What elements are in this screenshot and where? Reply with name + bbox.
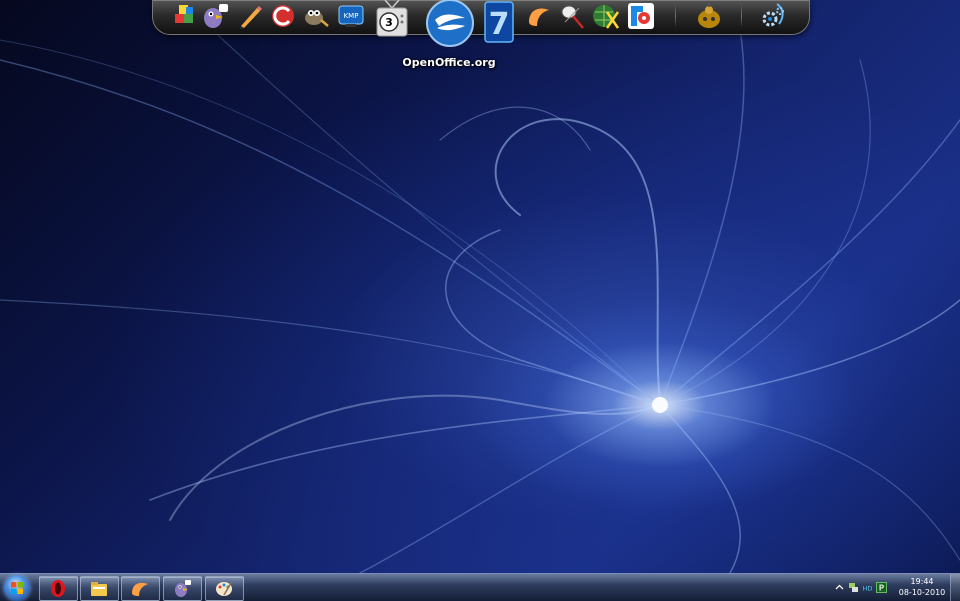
system-tray: HD P 19:44 08-10-2010	[830, 574, 960, 601]
wallpaper	[0, 0, 960, 573]
seven-label: 7	[489, 7, 510, 42]
target-app-icon[interactable]	[627, 2, 655, 30]
desktop[interactable]: KMP 3 7 OpenOffice.org	[0, 0, 960, 573]
seven-remix-icon[interactable]: 7	[483, 0, 515, 44]
openoffice-icon[interactable]	[425, 0, 475, 48]
ccleaner-icon[interactable]	[269, 2, 297, 30]
start-button[interactable]	[4, 575, 30, 601]
orange-app-icon	[132, 582, 148, 596]
paint-icon	[216, 582, 232, 596]
taskbar-pidgin-button[interactable]	[163, 576, 202, 601]
pencil-icon[interactable]	[237, 2, 265, 30]
badminton-icon[interactable]	[559, 2, 587, 30]
clock-time: 19:44	[910, 577, 934, 586]
cubes-app-icon[interactable]	[171, 2, 199, 30]
globe-x-icon[interactable]	[591, 2, 619, 30]
taskbar-paint-button[interactable]	[205, 576, 244, 601]
taskbar: HD P 19:44 08-10-2010	[0, 573, 960, 601]
machinarium-robot-icon[interactable]	[695, 2, 723, 30]
kmplayer-icon[interactable]: KMP	[337, 2, 365, 30]
taskbar-opera-button[interactable]	[39, 576, 78, 601]
p-label: P	[879, 584, 885, 593]
network-icon[interactable]	[848, 582, 859, 593]
settings-gears-icon[interactable]	[759, 2, 787, 30]
hd-indicator-icon[interactable]: HD	[862, 582, 873, 593]
tv-3-icon[interactable]: 3	[375, 0, 409, 38]
hd-label: HD	[863, 585, 873, 593]
app-dock: KMP 3 7	[152, 0, 810, 47]
green-p-icon[interactable]: P	[876, 582, 887, 593]
pidgin-icon	[175, 580, 191, 597]
clock-date: 08-10-2010	[898, 588, 946, 597]
clock[interactable]: 19:44 08-10-2010	[898, 576, 946, 598]
opera-icon	[51, 580, 65, 597]
dock-hover-label: OpenOffice.org	[402, 56, 496, 69]
taskbar-orange-app-button[interactable]	[121, 576, 160, 601]
taskbar-explorer-button[interactable]	[80, 576, 119, 601]
orange-app-icon[interactable]	[525, 2, 553, 30]
kmp-label: KMP	[344, 12, 359, 20]
tv-number: 3	[385, 16, 393, 29]
show-desktop-button[interactable]	[950, 574, 960, 601]
file-explorer-icon	[91, 582, 107, 596]
pidgin-icon[interactable]	[201, 2, 229, 30]
windows-logo-icon	[11, 582, 23, 594]
show-hidden-icons-arrow[interactable]	[834, 582, 845, 593]
gimp-icon[interactable]	[301, 2, 329, 30]
